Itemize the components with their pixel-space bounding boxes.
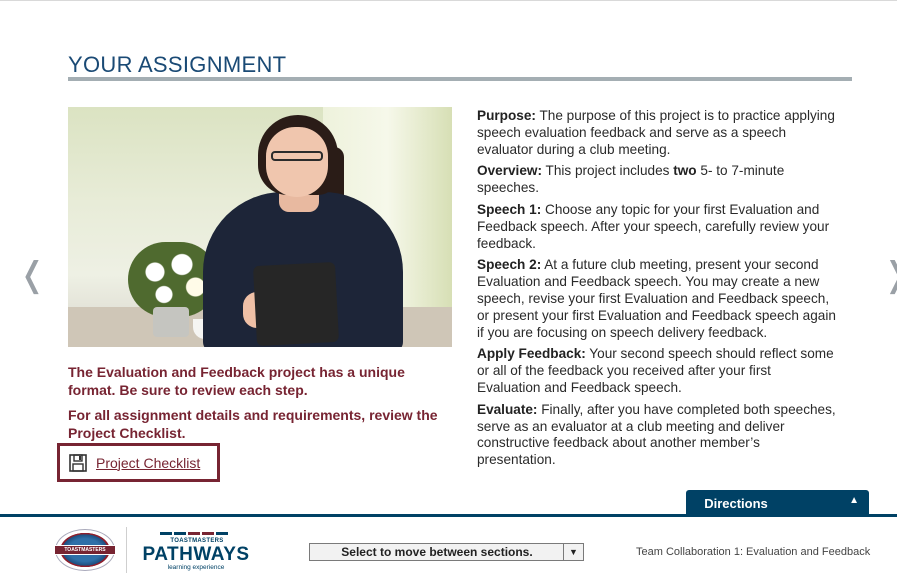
speech2-label: Speech 2: bbox=[477, 257, 542, 273]
unique-format-note: The Evaluation and Feedback project has … bbox=[68, 364, 405, 398]
project-checklist-label[interactable]: Project Checklist bbox=[96, 455, 200, 471]
pathways-dash bbox=[174, 532, 186, 535]
pathways-dash bbox=[202, 532, 214, 535]
pathways-tagline: learning experience bbox=[167, 564, 225, 571]
checklist-note: For all assignment details and requireme… bbox=[68, 407, 438, 441]
chevron-down-icon[interactable]: ▼ bbox=[563, 544, 583, 560]
previous-slide-arrow-icon[interactable]: ❬ bbox=[18, 258, 47, 292]
photo-tablet bbox=[252, 261, 340, 347]
top-border bbox=[0, 0, 897, 10]
section-select-value: Select to move between sections. bbox=[341, 545, 533, 559]
pathways-dash bbox=[216, 532, 228, 535]
evaluate-label: Evaluate: bbox=[477, 401, 538, 417]
toastmasters-logo-band: TOASTMASTERS bbox=[54, 545, 116, 555]
pathways-dashes bbox=[160, 532, 228, 535]
directions-label: Directions bbox=[704, 496, 768, 511]
purpose-paragraph: Purpose: The purpose of this project is … bbox=[477, 108, 837, 158]
next-slide-arrow-icon[interactable]: ❭ bbox=[882, 258, 897, 292]
course-title: Team Collaboration 1: Evaluation and Fee… bbox=[636, 546, 871, 558]
footer-divider bbox=[0, 514, 897, 517]
directions-tab[interactable]: Directions ▲ bbox=[686, 490, 869, 515]
expand-up-icon: ▲ bbox=[849, 495, 859, 506]
pathways-dash bbox=[188, 532, 200, 535]
logo-divider bbox=[126, 527, 127, 573]
evaluate-paragraph: Evaluate: Finally, after you have comple… bbox=[477, 402, 837, 469]
speech1-paragraph: Speech 1: Choose any topic for your firs… bbox=[477, 202, 837, 252]
page-title: YOUR ASSIGNMENT bbox=[68, 52, 287, 77]
apply-feedback-label: Apply Feedback: bbox=[477, 346, 586, 362]
photo-glasses bbox=[271, 151, 323, 161]
speech1-label: Speech 1: bbox=[477, 201, 542, 217]
pathways-logo-text: PATHWAYS bbox=[142, 544, 250, 565]
save-disk-icon bbox=[69, 453, 87, 472]
overview-text-a: This project includes bbox=[541, 163, 674, 179]
photo-vase bbox=[153, 307, 189, 337]
toastmasters-logo: TOASTMASTERS bbox=[54, 529, 116, 571]
title-underline bbox=[68, 77, 852, 81]
purpose-label: Purpose: bbox=[477, 108, 536, 123]
overview-label: Overview: bbox=[477, 163, 542, 179]
assignment-photo bbox=[68, 107, 452, 347]
speech2-paragraph: Speech 2: At a future club meeting, pres… bbox=[477, 257, 837, 341]
overview-emphasis: two bbox=[673, 163, 697, 179]
pathways-dash bbox=[160, 532, 172, 535]
overview-paragraph: Overview: This project includes two 5- t… bbox=[477, 163, 837, 197]
photo-person-face bbox=[266, 127, 328, 197]
assignment-details: Purpose: The purpose of this project is … bbox=[477, 108, 837, 474]
section-select[interactable]: Select to move between sections. ▼ bbox=[309, 543, 584, 561]
project-checklist-link[interactable]: Project Checklist bbox=[57, 443, 220, 482]
apply-feedback-paragraph: Apply Feedback: Your second speech shoul… bbox=[477, 346, 837, 396]
